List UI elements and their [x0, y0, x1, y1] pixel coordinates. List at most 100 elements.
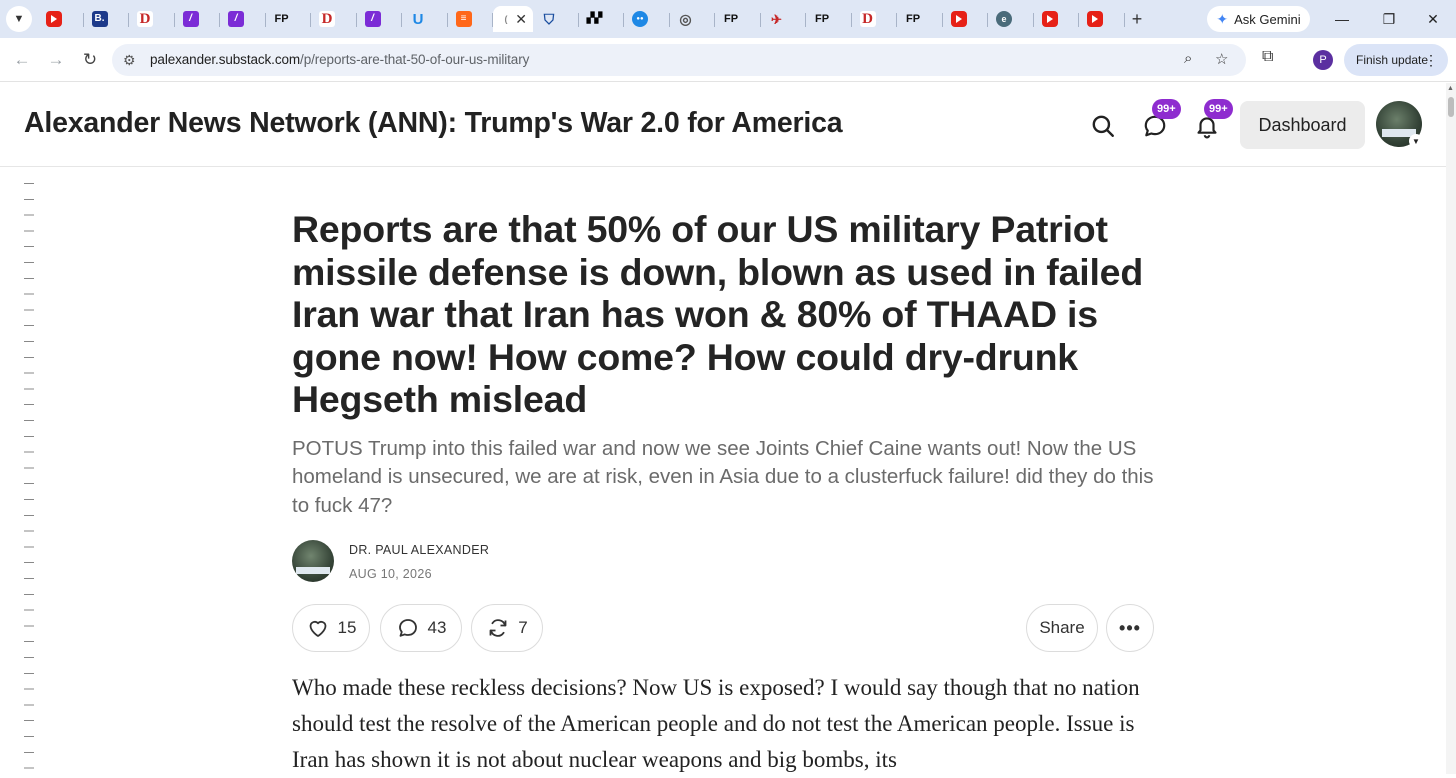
epoch-favicon: e	[996, 11, 1012, 27]
chevron-down-icon: ▼	[13, 13, 25, 25]
zoom-icon[interactable]: ⌕	[1184, 50, 1192, 67]
browser-tab[interactable]: D	[129, 6, 175, 32]
browser-tab[interactable]: /	[175, 6, 221, 32]
browser-tab[interactable]: ⛉	[533, 6, 579, 32]
byline: DR. PAUL ALEXANDER AUG 10, 2026	[292, 540, 692, 584]
browser-tab[interactable]: FP	[715, 6, 761, 32]
restack-count: 7	[518, 618, 528, 637]
publication-title[interactable]: Alexander News Network (ANN): Trump's Wa…	[24, 107, 843, 140]
extensions-puzzle-icon[interactable]: ⧉	[1262, 48, 1273, 66]
post-body-paragraph: Who made these reckless decisions? Now U…	[292, 675, 1140, 772]
fp-favicon: FP	[905, 12, 921, 25]
url-text[interactable]: palexander.substack.com/p/reports-are-th…	[150, 52, 529, 67]
ask-gemini-label: Ask Gemini	[1234, 11, 1301, 27]
site-settings-icon[interactable]: ⚙	[123, 52, 136, 69]
browser-tab[interactable]: U	[402, 6, 448, 32]
browser-tab[interactable]: /	[357, 6, 403, 32]
browser-tab[interactable]	[1079, 6, 1125, 32]
browser-tab[interactable]: ▞▞	[579, 6, 625, 32]
comment-count: 43	[427, 618, 447, 637]
author-name[interactable]: DR. PAUL ALEXANDER	[349, 543, 489, 557]
browser-tab[interactable]: FP	[806, 6, 852, 32]
new-tab-button[interactable]: +	[1126, 6, 1148, 32]
browser-tab[interactable]: D	[852, 6, 898, 32]
browser-tab[interactable]: B.	[84, 6, 130, 32]
fp-favicon: FP	[274, 12, 289, 25]
ask-gemini-button[interactable]: ✦ Ask Gemini	[1207, 6, 1310, 32]
d-favicon: D	[319, 11, 335, 27]
browser-tab[interactable]	[1034, 6, 1080, 32]
site-header: Alexander News Network (ANN): Trump's Wa…	[0, 83, 1446, 167]
close-tab-icon[interactable]: ✕	[515, 11, 527, 28]
profile-avatar[interactable]: P	[1313, 50, 1333, 70]
browser-tab[interactable]: (✕	[493, 6, 533, 32]
like-button[interactable]: 15	[292, 604, 370, 652]
search-icon[interactable]	[1090, 113, 1116, 139]
substack-favicon: /	[182, 11, 199, 27]
d-favicon: D	[137, 11, 153, 27]
page-scrollbar[interactable]: ▲	[1446, 83, 1456, 774]
arrow-right-icon: →	[47, 50, 65, 69]
post-date: AUG 10, 2026	[349, 567, 432, 581]
kebab-menu-icon: ⋮	[1424, 51, 1438, 68]
browser-tab[interactable]: D	[311, 6, 357, 32]
finish-update-button[interactable]: Finish update ⋮	[1344, 44, 1448, 76]
restack-button[interactable]: 7	[471, 604, 543, 652]
d-favicon: D	[859, 11, 876, 27]
restore-window-button[interactable]: ❐	[1366, 6, 1412, 32]
notification-badge: 99+	[1204, 99, 1233, 119]
comment-button[interactable]: 43	[380, 604, 462, 652]
restack-icon	[489, 619, 507, 637]
browser-tab[interactable]: ✈	[761, 6, 807, 32]
shield-favicon: ⛉	[543, 11, 555, 27]
gemini-sparkle-icon: ✦	[1216, 10, 1229, 27]
article: Reports are that 50% of our US military …	[292, 208, 1162, 772]
t-favicon: U	[412, 10, 424, 28]
substack-favicon: /	[228, 11, 244, 27]
comment-icon	[398, 619, 417, 637]
browser-tab[interactable]: e	[988, 6, 1034, 32]
browser-tab[interactable]: ◎	[670, 6, 716, 32]
browser-tab[interactable]: FP	[266, 6, 312, 32]
browser-tab[interactable]: FP	[897, 6, 943, 32]
scrollbar-thumb[interactable]	[1448, 97, 1454, 117]
scroll-up-arrow-icon[interactable]: ▲	[1447, 85, 1454, 92]
browser-tab-strip: ▼ B. D / / FP D / U ≡(✕ ⛉ ▞▞ ●● ◎ FP ✈ FP D FP e + ✦ Ask G…	[0, 0, 1456, 38]
share-button[interactable]: Share	[1026, 604, 1098, 652]
table-of-contents-rail[interactable]	[24, 183, 34, 774]
browser-tab[interactable]	[943, 6, 989, 32]
heart-icon	[309, 620, 326, 637]
close-window-button[interactable]: ✕	[1410, 6, 1456, 32]
browser-tab[interactable]: ≡	[448, 6, 494, 32]
plane-favicon: ✈	[771, 11, 782, 27]
minimize-window-button[interactable]: —	[1319, 6, 1365, 32]
browser-tab[interactable]: /	[220, 6, 266, 32]
post-title: Reports are that 50% of our US military …	[292, 208, 1144, 420]
author-avatar[interactable]	[292, 540, 334, 582]
caret-down-icon[interactable]: ▼	[1409, 134, 1423, 148]
like-count: 15	[337, 618, 357, 637]
back-button[interactable]: ←	[10, 48, 34, 72]
post-subtitle: POTUS Trump into this failed war and now…	[292, 436, 1154, 517]
tab-list: B. D / / FP D / U ≡(✕ ⛉ ▞▞ ●● ◎ FP ✈ FP D FP e	[38, 6, 1125, 32]
reload-icon: ↻	[82, 50, 98, 69]
youtube-icon	[1041, 11, 1058, 27]
browser-tab[interactable]: ●●	[624, 6, 670, 32]
circle-favicon: ●●	[632, 11, 648, 27]
fp-favicon: FP	[814, 12, 830, 25]
address-bar[interactable]: ⚙ palexander.substack.com/p/reports-are-…	[112, 44, 1246, 76]
chat-badge: 99+	[1152, 99, 1181, 119]
bookmark-star-icon[interactable]: ☆	[1215, 50, 1228, 68]
globe-icon: ◎	[679, 11, 692, 27]
substack-favicon: /	[364, 11, 381, 27]
dashboard-button[interactable]: Dashboard	[1240, 101, 1365, 149]
more-options-button[interactable]: •••	[1106, 604, 1154, 652]
forward-button[interactable]: →	[44, 48, 68, 72]
youtube-icon	[46, 11, 62, 27]
arrow-left-icon: ←	[13, 50, 31, 69]
post-actions: 15 43 7 Share •••	[292, 604, 1154, 652]
reload-button[interactable]: ↻	[78, 48, 102, 72]
fp-favicon: FP	[723, 12, 739, 25]
browser-tab[interactable]	[38, 6, 84, 32]
tab-search-button[interactable]: ▼	[6, 6, 32, 32]
